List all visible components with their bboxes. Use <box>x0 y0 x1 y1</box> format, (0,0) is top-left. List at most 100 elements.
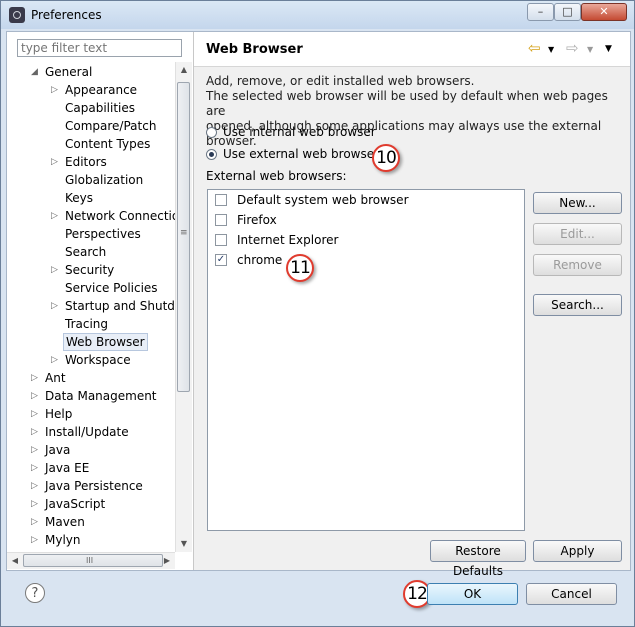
tree-item[interactable]: ▷ Maven <box>7 513 175 531</box>
tree-item-label: Data Management <box>45 389 157 403</box>
tree-item-label: Tracing <box>65 317 109 331</box>
expand-arrow-icon[interactable]: ▷ <box>31 441 40 459</box>
expand-arrow-icon[interactable]: ▷ <box>51 261 60 279</box>
tree-item-label: Java EE <box>45 461 90 475</box>
tree-item-label: Web Browser <box>63 333 148 351</box>
tree-item[interactable]: Search <box>7 243 175 261</box>
expand-arrow-icon[interactable]: ▷ <box>31 495 40 513</box>
remove-button[interactable]: Remove <box>533 254 622 276</box>
tree-vertical-scrollbar[interactable]: ▲ ≡ ▼ <box>175 62 192 552</box>
tree-item-label: Editors <box>65 155 107 169</box>
description-line: Add, remove, or edit installed web brows… <box>206 74 475 88</box>
tree-item[interactable]: ▷ Mylyn <box>7 531 175 549</box>
preference-tree: ◢ General ▷ Appearance Capabilities Compare/P… <box>7 62 175 552</box>
close-button[interactable]: ✕ <box>581 3 627 21</box>
expand-arrow-icon[interactable]: ▷ <box>51 207 60 225</box>
browser-label: chrome <box>237 253 283 267</box>
cancel-button[interactable]: Cancel <box>526 583 617 605</box>
scroll-thumb[interactable]: ≡ <box>177 82 190 392</box>
expand-arrow-icon[interactable]: ▷ <box>51 297 60 315</box>
expand-arrow-icon[interactable]: ▷ <box>51 351 60 369</box>
tree-item[interactable]: ▷ Ant <box>7 369 175 387</box>
tree-item[interactable]: Service Policies <box>7 279 175 297</box>
tree-item[interactable]: ▷ Security <box>7 261 175 279</box>
checkbox[interactable] <box>215 234 227 246</box>
tree-item[interactable]: ▷ Workspace <box>7 351 175 369</box>
tree-item[interactable]: Globalization <box>7 171 175 189</box>
tree-item-label: Startup and Shutdo <box>65 299 175 313</box>
tree-item[interactable]: ▷ Install/Update <box>7 423 175 441</box>
forward-menu-icon[interactable]: ▼ <box>587 45 593 54</box>
search-button[interactable]: Search... <box>533 294 622 316</box>
tree-item-label: Workspace <box>65 353 131 367</box>
tree-item-label: Mylyn <box>45 533 81 547</box>
tree-item-label: Capabilities <box>65 101 135 115</box>
tree-item-label: Service Policies <box>65 281 158 295</box>
tree-item-label: JavaScript <box>45 497 106 511</box>
expand-arrow-icon[interactable]: ▷ <box>31 369 40 387</box>
external-browsers-label: External web browsers: <box>206 169 347 183</box>
page-header: Web Browser ⇦ ▼ ⇨ ▼ ▼ <box>194 32 630 67</box>
scroll-right-icon[interactable]: ▶ <box>159 553 175 569</box>
checkbox[interactable] <box>215 214 227 226</box>
hscroll-thumb[interactable]: III <box>23 554 163 567</box>
checkbox[interactable] <box>215 194 227 206</box>
expand-arrow-icon[interactable]: ▷ <box>31 405 40 423</box>
radio-label: Use internal web browser <box>223 125 376 139</box>
edit-button[interactable]: Edit... <box>533 223 622 245</box>
scroll-up-icon[interactable]: ▲ <box>176 62 192 78</box>
tree-item[interactable]: ▷ Appearance <box>7 81 175 99</box>
scroll-left-icon[interactable]: ◀ <box>7 553 23 569</box>
expand-arrow-icon[interactable]: ▷ <box>31 423 40 441</box>
tree-item[interactable]: ▷ Startup and Shutdo <box>7 297 175 315</box>
tree-item[interactable]: Capabilities <box>7 99 175 117</box>
tree-item[interactable]: Tracing <box>7 315 175 333</box>
tree-item[interactable]: ▷ JavaScript <box>7 495 175 513</box>
dialog-body: ◢ General ▷ Appearance Capabilities Compare/P… <box>6 31 631 578</box>
minimize-button[interactable]: – <box>527 3 554 21</box>
expand-arrow-icon[interactable]: ▷ <box>31 531 40 549</box>
tree-item-label: Appearance <box>65 83 138 97</box>
new-button[interactable]: New... <box>533 192 622 214</box>
expand-arrow-icon[interactable]: ▷ <box>31 387 40 405</box>
tree-item-label: Maven <box>45 515 85 529</box>
tree-item-label: Compare/Patch <box>65 119 157 133</box>
tree-item[interactable]: ▷ Editors <box>7 153 175 171</box>
title-bar: Preferences – □ ✕ <box>1 1 634 29</box>
tree-item[interactable]: Compare/Patch <box>7 117 175 135</box>
expand-arrow-icon[interactable]: ▷ <box>51 153 60 171</box>
tree-item[interactable]: ▷ Java Persistence <box>7 477 175 495</box>
expand-arrow-icon[interactable]: ▷ <box>31 459 40 477</box>
restore-defaults-button[interactable]: Restore Defaults <box>430 540 526 578</box>
expand-arrow-icon[interactable]: ▷ <box>31 477 40 495</box>
grip-icon: ≡ <box>180 228 188 238</box>
expand-arrow-icon[interactable]: ▷ <box>31 513 40 531</box>
tree-item[interactable]: Content Types <box>7 135 175 153</box>
tree-item[interactable]: ▷ Java <box>7 441 175 459</box>
tree-item[interactable]: ▷ Help <box>7 405 175 423</box>
scroll-down-icon[interactable]: ▼ <box>176 536 192 552</box>
expand-arrow-icon[interactable]: ▷ <box>51 81 60 99</box>
tree-item-label: Network Connection <box>65 209 175 223</box>
tree-item-label: Java <box>45 443 71 457</box>
help-icon[interactable]: ? <box>25 583 45 603</box>
ok-button[interactable]: OK <box>427 583 518 605</box>
tree-item[interactable]: Perspectives <box>7 225 175 243</box>
tree-item[interactable]: ◢ General <box>7 63 175 81</box>
forward-arrow-icon[interactable]: ⇨ <box>566 39 579 57</box>
checkbox[interactable]: ✓ <box>215 254 227 266</box>
tree-item[interactable]: ▷ Java EE <box>7 459 175 477</box>
tree-item[interactable]: Web Browser <box>7 333 175 351</box>
tree-item[interactable]: ▷ Data Management <box>7 387 175 405</box>
tree-item[interactable]: Keys <box>7 189 175 207</box>
tree-horizontal-scrollbar[interactable]: ◀ III ▶ <box>7 552 175 569</box>
expand-arrow-icon[interactable]: ◢ <box>31 63 40 81</box>
back-arrow-icon[interactable]: ⇦ <box>528 39 541 57</box>
back-menu-icon[interactable]: ▼ <box>548 45 554 54</box>
filter-input[interactable] <box>17 39 182 57</box>
view-menu-icon[interactable]: ▼ <box>605 44 612 54</box>
tree-item[interactable]: ▷ Network Connection <box>7 207 175 225</box>
preferences-window: Preferences – □ ✕ ◢ General ▷ Appearance Cap… <box>0 0 635 627</box>
apply-button[interactable]: Apply <box>533 540 622 562</box>
maximize-button[interactable]: □ <box>554 3 581 21</box>
